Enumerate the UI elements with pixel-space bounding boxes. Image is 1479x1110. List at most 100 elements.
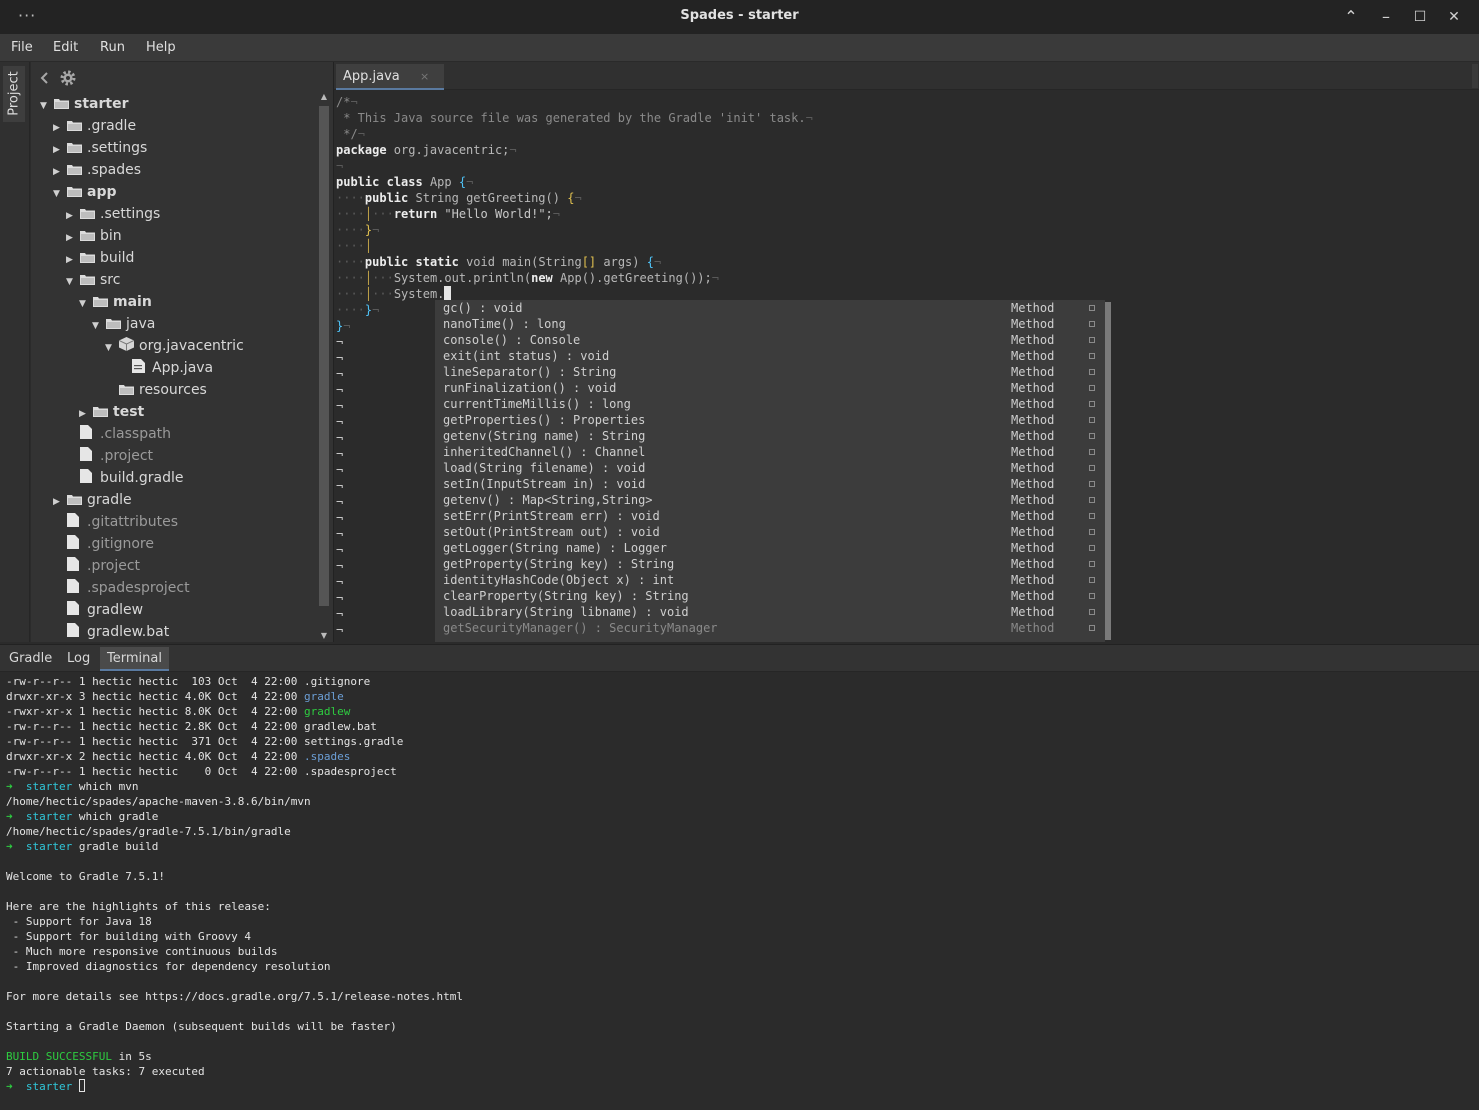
- autocomplete-item[interactable]: exit(int status) : void Method: [435, 348, 1103, 364]
- autocomplete-item[interactable]: currentTimeMillis() : long Method: [435, 396, 1103, 412]
- tree-item[interactable]: .gitattributes: [53, 511, 178, 533]
- collapse-left-icon[interactable]: [40, 72, 48, 84]
- autocomplete-kind: Method: [1011, 397, 1055, 411]
- tree-item[interactable]: ▼ app: [53, 181, 117, 203]
- collapsed-arrow-icon[interactable]: ▶: [66, 249, 80, 271]
- scroll-up-icon[interactable]: ▲: [319, 92, 329, 101]
- tree-item[interactable]: .spadesproject: [53, 577, 190, 599]
- autocomplete-item[interactable]: setOut(PrintStream out) : void Method: [435, 524, 1103, 540]
- tab-app-java[interactable]: App.java ×: [336, 64, 444, 90]
- autocomplete-scrollbar[interactable]: [1105, 300, 1111, 642]
- autocomplete-kind: Method: [1011, 349, 1055, 363]
- autocomplete-item[interactable]: getSecurityManager() : SecurityManager Me…: [435, 620, 1103, 636]
- collapsed-arrow-icon[interactable]: ▶: [66, 205, 80, 227]
- tree-item[interactable]: .classpath: [66, 423, 171, 445]
- tree-item[interactable]: ▼ starter: [40, 93, 128, 115]
- empty-line-marker: ¬: [336, 479, 344, 493]
- tree-scrollbar[interactable]: ▲ ▼: [319, 92, 329, 640]
- tree-item[interactable]: ▶ .gradle: [53, 115, 136, 137]
- tree-item[interactable]: gradlew.bat: [53, 621, 169, 642]
- expanded-arrow-icon[interactable]: ▼: [40, 95, 54, 117]
- autocomplete-item[interactable]: getenv() : Map<String,String> Method: [435, 492, 1103, 508]
- gear-icon[interactable]: [60, 70, 76, 86]
- expanded-arrow-icon[interactable]: ▼: [66, 271, 80, 293]
- side-tool-strip: Project: [0, 62, 30, 642]
- close-icon[interactable]: ✕: [1443, 6, 1465, 28]
- tree-scroll-thumb[interactable]: [319, 106, 329, 606]
- maximize-icon[interactable]: ☐: [1409, 6, 1431, 28]
- autocomplete-item[interactable]: gc() : void Method: [435, 300, 1103, 316]
- autocomplete-item[interactable]: clearProperty(String key) : String Method: [435, 588, 1103, 604]
- autocomplete-item[interactable]: getProperty(String key) : String Method: [435, 556, 1103, 572]
- tree-item[interactable]: App.java: [118, 357, 213, 379]
- autocomplete-item[interactable]: nanoTime() : long Method: [435, 316, 1103, 332]
- autocomplete-item[interactable]: load(String filename) : void Method: [435, 460, 1103, 476]
- tree-item[interactable]: ▶ .spades: [53, 159, 141, 181]
- collapsed-arrow-icon[interactable]: ▶: [79, 403, 93, 425]
- menu-run[interactable]: Run: [100, 40, 125, 55]
- empty-line-marker: ¬: [336, 607, 344, 621]
- collapsed-arrow-icon[interactable]: ▶: [66, 227, 80, 249]
- tree-item-label: bin: [100, 228, 122, 244]
- tree-item[interactable]: build.gradle: [66, 467, 184, 489]
- autocomplete-item[interactable]: loadLibrary(String libname) : void Method: [435, 604, 1103, 620]
- autocomplete-signature: clearProperty(String key) : String: [443, 589, 689, 603]
- minimize-icon[interactable]: –: [1375, 6, 1397, 28]
- tab-gradle[interactable]: Gradle: [2, 647, 59, 671]
- tab-terminal[interactable]: Terminal: [100, 647, 169, 671]
- expanded-arrow-icon[interactable]: ▼: [105, 337, 119, 359]
- collapsed-arrow-icon[interactable]: ▶: [53, 161, 67, 183]
- autocomplete-item[interactable]: console() : Console Method: [435, 332, 1103, 348]
- folder-icon: [119, 380, 134, 395]
- tree-item[interactable]: ▼ java: [92, 313, 155, 335]
- autocomplete-item[interactable]: setErr(PrintStream err) : void Method: [435, 508, 1103, 524]
- tree-item[interactable]: ▶ bin: [66, 225, 122, 247]
- tree-item[interactable]: .project: [53, 555, 140, 577]
- project-tool-tab[interactable]: Project: [3, 66, 25, 122]
- file-icon: [67, 600, 82, 615]
- expanded-arrow-icon[interactable]: ▼: [79, 293, 93, 315]
- menu-edit[interactable]: Edit: [53, 40, 78, 55]
- expanded-arrow-icon[interactable]: ▼: [92, 315, 106, 337]
- tree-item[interactable]: .gitignore: [53, 533, 154, 555]
- autocomplete-popup[interactable]: gc() : void Method nanoTime() : long Method…: [435, 300, 1111, 642]
- tree-item[interactable]: .project: [66, 445, 153, 467]
- terminal-line: -rw-r--r-- 1 hectic hectic 103 Oct 4 22:…: [6, 675, 371, 688]
- collapse-up-icon[interactable]: ⌃: [1340, 6, 1362, 28]
- project-tool-label: Project: [6, 71, 22, 116]
- autocomplete-item[interactable]: inheritedChannel() : Channel Method: [435, 444, 1103, 460]
- autocomplete-item[interactable]: getProperties() : Properties Method: [435, 412, 1103, 428]
- tab-close-icon[interactable]: ×: [420, 70, 429, 83]
- tree-item[interactable]: ▼ src: [66, 269, 120, 291]
- autocomplete-item[interactable]: getLogger(String name) : Logger Method: [435, 540, 1103, 556]
- tree-item[interactable]: ▼ main: [79, 291, 152, 313]
- editor-tab-strip: App.java ×: [334, 62, 1479, 90]
- expanded-arrow-icon[interactable]: ▼: [53, 183, 67, 205]
- terminal[interactable]: -rw-r--r-- 1 hectic hectic 103 Oct 4 22:…: [0, 672, 1479, 1110]
- doc-icon: [1089, 609, 1095, 615]
- collapsed-arrow-icon[interactable]: ▶: [53, 491, 67, 513]
- collapsed-arrow-icon[interactable]: ▶: [53, 117, 67, 139]
- menu-help[interactable]: Help: [146, 40, 176, 55]
- autocomplete-item[interactable]: getenv(String name) : String Method: [435, 428, 1103, 444]
- tab-log[interactable]: Log: [60, 647, 97, 671]
- autocomplete-item[interactable]: lineSeparator() : String Method: [435, 364, 1103, 380]
- autocomplete-item[interactable]: identityHashCode(Object x) : int Method: [435, 572, 1103, 588]
- tree-item[interactable]: ▶ gradle: [53, 489, 132, 511]
- tree-item[interactable]: ▼ org.javacentric: [105, 335, 244, 357]
- autocomplete-item[interactable]: runFinalization() : void Method: [435, 380, 1103, 396]
- tree-item-label: starter: [74, 96, 129, 112]
- doc-icon: [1089, 561, 1095, 567]
- autocomplete-item[interactable]: setIn(InputStream in) : void Method: [435, 476, 1103, 492]
- tree-item[interactable]: gradlew: [53, 599, 143, 621]
- tree-item[interactable]: resources: [105, 379, 207, 401]
- menu-file[interactable]: File: [11, 40, 33, 55]
- empty-line-marker: ¬: [336, 431, 344, 445]
- scroll-down-icon[interactable]: ▼: [319, 631, 329, 640]
- collapsed-arrow-icon[interactable]: ▶: [53, 139, 67, 161]
- tree-item[interactable]: ▶ .settings: [53, 137, 147, 159]
- tree-item[interactable]: ▶ build: [66, 247, 134, 269]
- tree-item-label: main: [113, 294, 152, 310]
- tree-item[interactable]: ▶ .settings: [66, 203, 160, 225]
- tree-item[interactable]: ▶ test: [79, 401, 144, 423]
